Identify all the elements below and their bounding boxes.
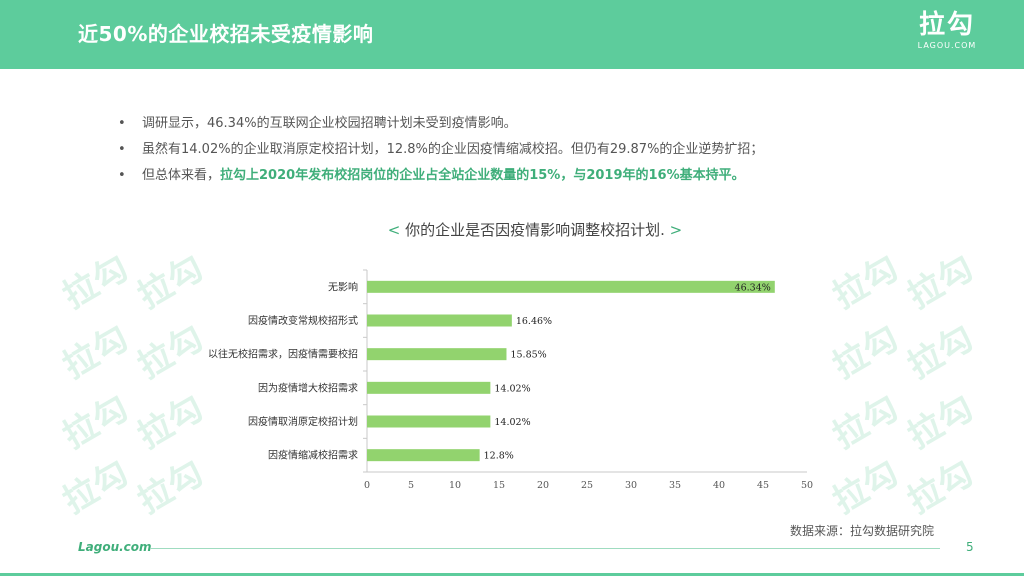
category-label: 因疫情缩减校招需求 <box>268 449 358 462</box>
bar <box>367 314 512 327</box>
category-label: 以往无校招需求，因疫情需要校招 <box>208 348 358 361</box>
x-tick-label: 25 <box>581 480 593 491</box>
bar <box>367 348 507 361</box>
x-tick-label: 15 <box>493 480 505 491</box>
category-label: 因疫情取消原定校招计划 <box>248 415 358 428</box>
value-label: 14.02% <box>494 383 530 394</box>
x-tick-label: 30 <box>625 480 637 491</box>
category-label: 因疫情改变常规校招形式 <box>248 314 358 327</box>
category-label: 无影响 <box>328 280 358 293</box>
category-label: 因为疫情增大校招需求 <box>258 381 358 394</box>
bar <box>367 280 775 293</box>
value-label: 46.34% <box>735 282 771 293</box>
bar-chart: 0 5 10 15 20 25 30 35 40 45 50 无影响 46.34% 因疫情改变常规校招形式… <box>208 269 813 491</box>
page-number: 5 <box>966 540 974 554</box>
x-tick-label: 45 <box>757 480 769 491</box>
data-source: 数据来源：拉勾数据研究院 <box>789 524 934 538</box>
bar <box>367 449 480 462</box>
value-label: 14.02% <box>494 417 530 428</box>
x-tick-label: 50 <box>801 480 813 491</box>
bar <box>367 381 491 394</box>
value-label: 16.46% <box>516 316 552 327</box>
value-label: 15.85% <box>510 350 546 361</box>
x-tick-label: 0 <box>364 480 370 491</box>
footer-divider <box>150 548 940 549</box>
x-tick-label: 40 <box>713 480 725 491</box>
footer-brand[interactable]: Lagou.com <box>78 540 152 554</box>
x-tick-label: 20 <box>537 480 549 491</box>
x-tick-label: 10 <box>449 480 461 491</box>
x-tick-label: 35 <box>669 480 681 491</box>
x-tick-label: 5 <box>408 480 414 491</box>
value-label: 12.8% <box>484 451 514 462</box>
bar <box>367 415 491 428</box>
